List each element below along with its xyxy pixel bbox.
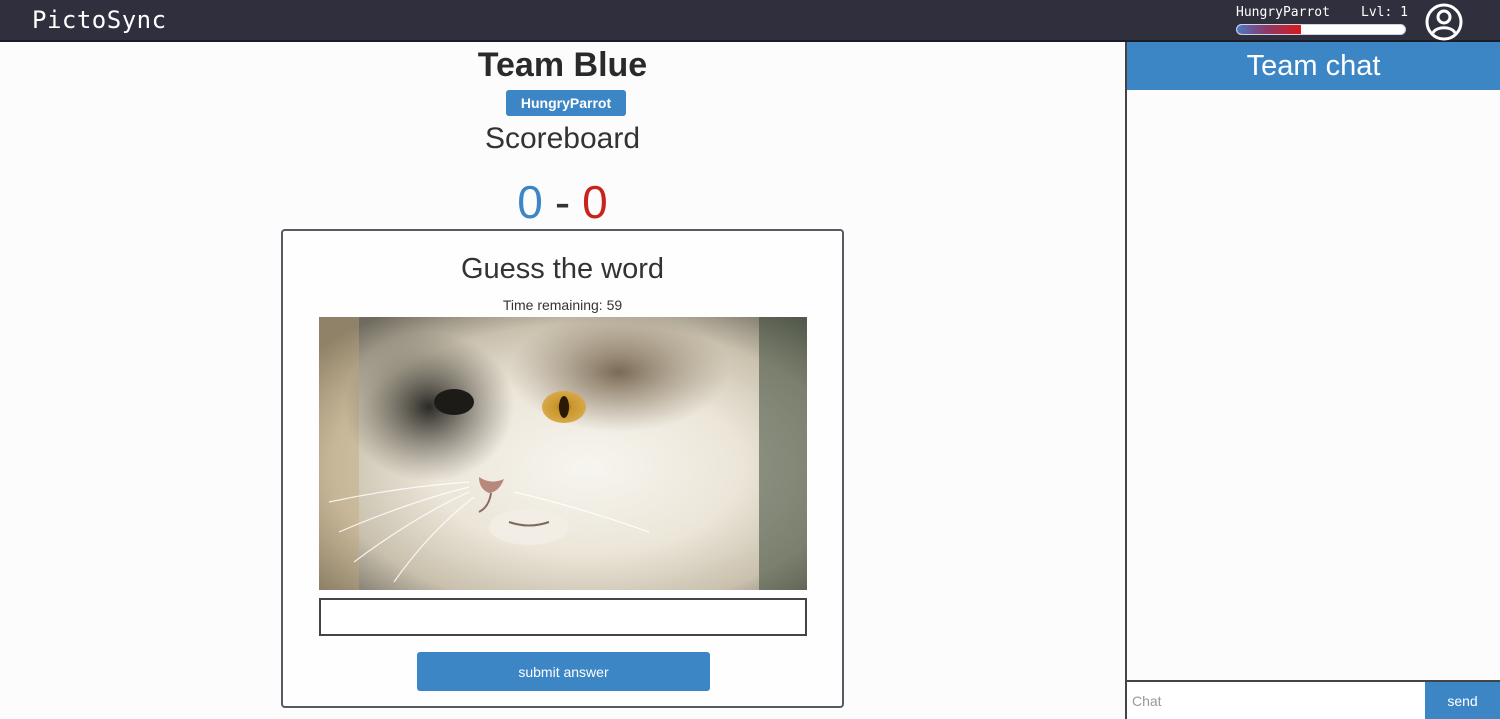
score-display: 0-0 [0, 172, 1125, 232]
score-separator: - [554, 176, 571, 228]
team-chat-panel: Team chat send [1125, 42, 1500, 719]
xp-progress-bar [1236, 24, 1406, 35]
username-label: HungryParrot [1236, 5, 1330, 20]
team-title: Team Blue [477, 46, 648, 84]
user-info: HungryParrot Lvl: 1 [1236, 5, 1408, 35]
chat-messages[interactable] [1127, 90, 1500, 680]
user-line: HungryParrot Lvl: 1 [1236, 5, 1408, 20]
xp-progress-fill [1237, 25, 1301, 34]
player-badge: HungryParrot [506, 90, 626, 116]
chat-input[interactable] [1127, 682, 1425, 719]
score-blue: 0 [517, 176, 543, 228]
submit-answer-button[interactable]: submit answer [417, 652, 710, 691]
chat-input-row: send [1127, 680, 1500, 719]
game-area: Team Blue HungryParrot Scoreboard 0-0 Gu… [0, 42, 1125, 719]
scoreboard-title: Scoreboard [484, 122, 641, 155]
answer-input[interactable] [319, 598, 807, 636]
score-red: 0 [582, 176, 608, 228]
account-icon[interactable] [1424, 2, 1464, 42]
app-logo[interactable]: PictoSync [32, 6, 167, 34]
send-button[interactable]: send [1425, 682, 1500, 719]
card-title: Guess the word [460, 253, 665, 285]
top-navbar: PictoSync HungryParrot Lvl: 1 [0, 0, 1500, 42]
chat-header: Team chat [1127, 42, 1500, 90]
timer-label: Time remaining: 59 [502, 297, 623, 313]
guess-card: Guess the word Time remaining: 59 submit… [281, 229, 844, 708]
cat-photo [319, 317, 807, 590]
level-label: Lvl: 1 [1361, 5, 1408, 20]
